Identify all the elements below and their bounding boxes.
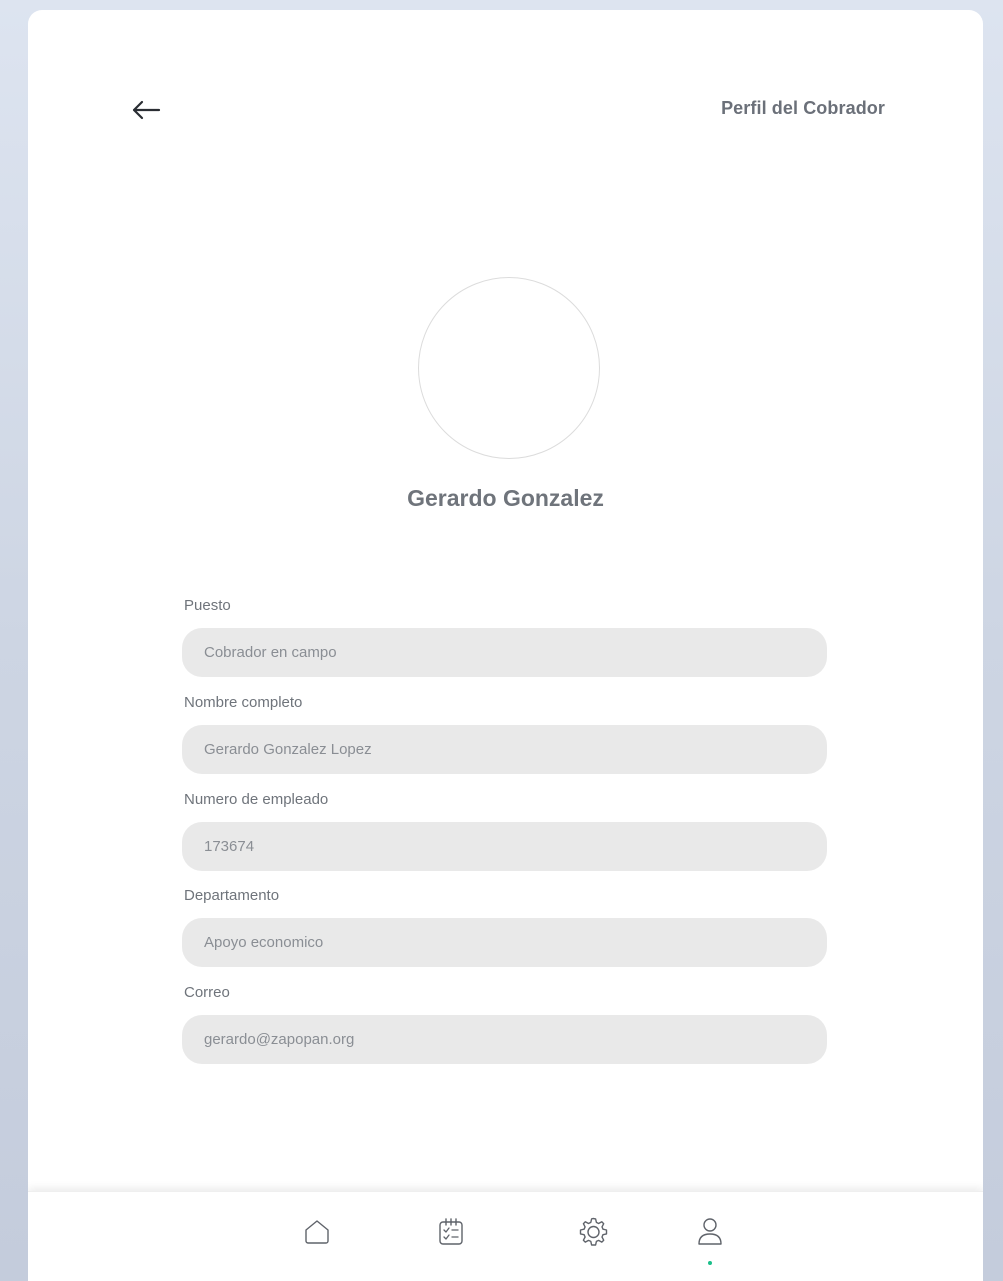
nav-calendar[interactable] — [431, 1212, 471, 1252]
back-button[interactable] — [128, 94, 164, 126]
user-icon — [698, 1218, 722, 1245]
profile-card: Perfil del Cobrador Gerardo Gonzalez Pue… — [28, 10, 983, 1281]
nav-settings[interactable] — [573, 1212, 613, 1252]
field-label-nombre-completo: Nombre completo — [184, 694, 303, 711]
bottom-nav — [28, 1191, 983, 1281]
nav-profile[interactable] — [690, 1212, 730, 1252]
arrow-left-icon — [132, 100, 161, 120]
correo-field[interactable]: gerardo@zapopan.org — [182, 1015, 827, 1064]
field-label-puesto: Puesto — [184, 597, 231, 614]
calendar-checklist-icon — [439, 1218, 463, 1245]
active-indicator — [708, 1261, 712, 1265]
home-icon — [305, 1220, 329, 1244]
field-label-correo: Correo — [184, 984, 230, 1001]
departamento-field[interactable]: Apoyo economico — [182, 918, 827, 967]
nav-home[interactable] — [297, 1212, 337, 1252]
gear-icon — [579, 1217, 608, 1246]
puesto-field[interactable]: Cobrador en campo — [182, 628, 827, 677]
avatar[interactable] — [418, 277, 600, 459]
page-title: Perfil del Cobrador — [721, 98, 885, 118]
nombre-completo-field[interactable]: Gerardo Gonzalez Lopez — [182, 725, 827, 774]
profile-name: Gerardo Gonzalez — [407, 485, 604, 511]
field-label-departamento: Departamento — [184, 887, 280, 904]
field-label-numero-empleado: Numero de empleado — [184, 791, 329, 808]
numero-empleado-field[interactable]: 173674 — [182, 822, 827, 871]
